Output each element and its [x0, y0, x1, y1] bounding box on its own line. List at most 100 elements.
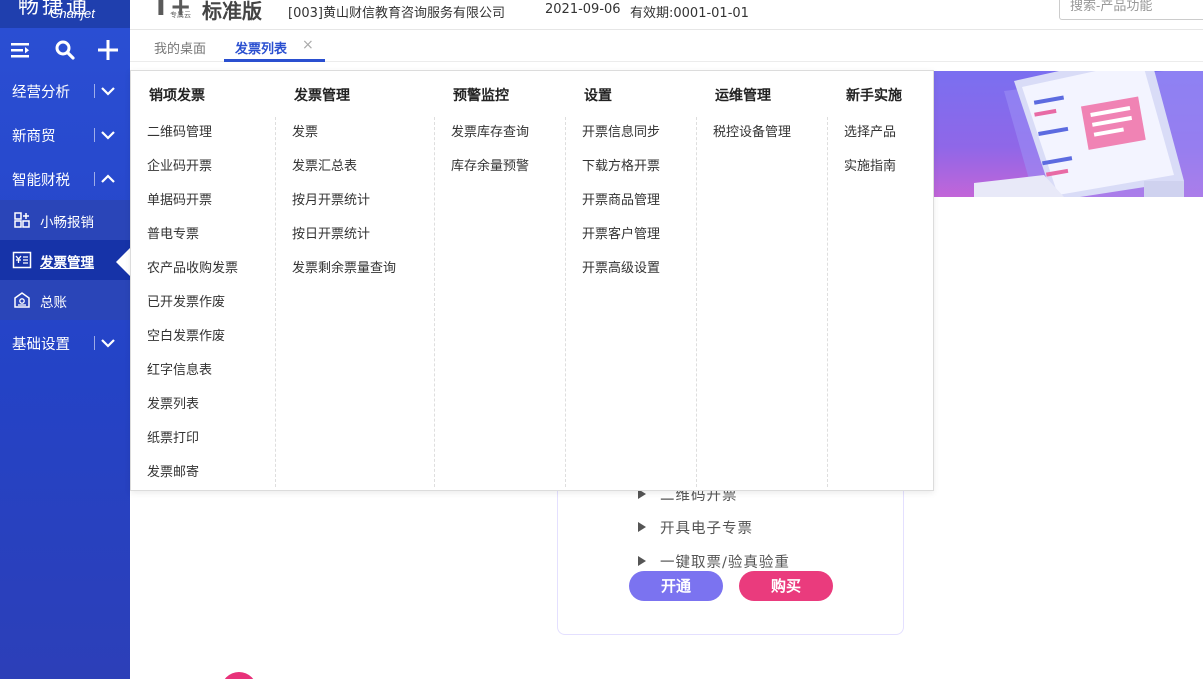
menu-column-title: 预警监控 — [453, 88, 509, 104]
chevron-down-icon[interactable] — [100, 83, 116, 99]
company-name[interactable]: [003]黄山财信教育咨询服务有限公司 — [288, 2, 505, 21]
menu-item-goods-management[interactable]: 开票商品管理 — [582, 189, 660, 208]
sidebar-item-label: 基础设置 — [12, 337, 70, 353]
menu-item-advanced-settings[interactable]: 开票高级设置 — [582, 257, 660, 276]
menu-column-output-invoice: 销项发票 二维码管理 企业码开票 单据码开票 普电专票 农产品收购发票 已开发票… — [147, 71, 275, 486]
menu-item-monthly-stats[interactable]: 按月开票统计 — [292, 189, 370, 208]
menu-column-title: 发票管理 — [294, 88, 350, 104]
sidebar-subitem-general-ledger[interactable]: 总账 — [0, 280, 130, 320]
triangle-right-icon — [638, 556, 646, 566]
sidebar-item-label: 经营分析 — [12, 85, 70, 101]
logo-sub-text: Chanjet — [50, 6, 95, 21]
tab-invoice-list[interactable]: 发票列表 × — [224, 37, 325, 62]
sidebar-item-basic-settings[interactable]: 基础设置 — [0, 322, 130, 364]
menu-item-document-code-invoice[interactable]: 单据码开票 — [147, 189, 212, 208]
menu-item-tax-device[interactable]: 税控设备管理 — [713, 121, 791, 140]
menu-item-remaining-quota[interactable]: 发票剩余票量查询 — [292, 257, 396, 276]
menu-item-select-product[interactable]: 选择产品 — [844, 121, 896, 140]
app-root: 畅捷通 Chanjet 经营分析 新商贸 智能财税 小畅报销 发票管理 总账 基… — [0, 0, 1203, 679]
sidebar-subitem-label: 小畅报销 — [40, 215, 94, 231]
chevron-down-icon[interactable] — [100, 127, 116, 143]
menu-item-customer-management[interactable]: 开票客户管理 — [582, 223, 660, 242]
menu-item-invoice-list[interactable]: 发票列表 — [147, 393, 199, 412]
menu-column-title: 运维管理 — [715, 88, 771, 104]
sidebar-item-new-trade[interactable]: 新商贸 — [0, 114, 130, 156]
menu-column-settings: 设置 开票信息同步 下载方格开票 开票商品管理 开票客户管理 开票高级设置 — [582, 71, 696, 486]
menu-item-download-fangge[interactable]: 下载方格开票 — [582, 155, 660, 174]
tab-bar: 我的桌面 发票列表 × — [130, 34, 1203, 62]
feature-label: 一键取票/验真验重 — [660, 555, 790, 571]
menu-item-void-blank[interactable]: 空白发票作废 — [147, 325, 225, 344]
active-indicator — [116, 248, 130, 276]
chevron-up-icon[interactable] — [100, 171, 116, 187]
sidebar-item-smart-tax[interactable]: 智能财税 — [0, 158, 130, 200]
menu-item-paper-print[interactable]: 纸票打印 — [147, 427, 199, 446]
plus-icon[interactable] — [95, 37, 121, 63]
menu-item-qr-management[interactable]: 二维码管理 — [147, 121, 212, 140]
buy-button[interactable]: 购买 — [739, 571, 833, 601]
sidebar-subitem-expense[interactable]: 小畅报销 — [0, 200, 130, 240]
menu-item-daily-stats[interactable]: 按日开票统计 — [292, 223, 370, 242]
menu-item-void-issued[interactable]: 已开发票作废 — [147, 291, 225, 310]
menu-divider — [565, 117, 566, 487]
menu-item-implementation-guide[interactable]: 实施指南 — [844, 155, 896, 174]
menu-column-alert-monitor: 预警监控 发票库存查询 库存余量预警 — [451, 71, 565, 486]
sidebar-toolbar — [0, 30, 130, 70]
menu-item-ordinary-special[interactable]: 普电专票 — [147, 223, 199, 242]
feature-label: 开具电子专票 — [660, 521, 753, 537]
open-button[interactable]: 开通 — [629, 571, 723, 601]
menu-divider — [827, 117, 828, 487]
promo-card: 二维码开票 开具电子专票 一键取票/验真验重 开通 购买 — [557, 480, 904, 635]
validity-period: 有效期:0001-01-01 — [630, 6, 749, 21]
menu-item-red-info-sheet[interactable]: 红字信息表 — [147, 359, 212, 378]
sidebar-item-label: 新商贸 — [12, 129, 56, 145]
menu-divider — [275, 117, 276, 487]
menu-divider — [696, 117, 697, 487]
tab-my-desktop[interactable]: 我的桌面 — [154, 38, 206, 57]
sidebar-separator — [94, 172, 95, 186]
sidebar-item-label: 智能财税 — [12, 173, 70, 189]
menu-column-ops: 运维管理 税控设备管理 — [713, 71, 827, 486]
login-date: 2021-09-06 — [545, 2, 621, 17]
sidebar-subitem-invoice-management[interactable]: 发票管理 — [0, 240, 130, 280]
brand-name: 标准版 — [202, 0, 262, 23]
menu-item-invoice-summary[interactable]: 发票汇总表 — [292, 155, 357, 174]
sidebar-subitem-label: 发票管理 — [40, 255, 94, 271]
menu-column-title: 销项发票 — [149, 88, 205, 104]
search-icon[interactable] — [52, 37, 78, 63]
invoice-icon — [12, 251, 32, 269]
search-input[interactable]: 搜索-产品功能 — [1059, 0, 1203, 20]
close-icon[interactable]: × — [302, 37, 314, 53]
logo: 畅捷通 Chanjet — [0, 0, 130, 28]
sidebar-item-business-analysis[interactable]: 经营分析 — [0, 70, 130, 112]
menu-item-info-sync[interactable]: 开票信息同步 — [582, 121, 660, 140]
menu-item-inventory-query[interactable]: 发票库存查询 — [451, 121, 529, 140]
sidebar-subitem-label: 总账 — [40, 295, 67, 311]
expense-icon — [14, 212, 30, 228]
menu-column-onboarding: 新手实施 选择产品 实施指南 — [844, 71, 924, 486]
sidebar-separator — [94, 128, 95, 142]
triangle-right-icon — [638, 522, 646, 532]
promo-banner — [934, 71, 1203, 197]
menu-divider — [434, 117, 435, 487]
top-header: T+ 专属云 标准版 [003]黄山财信教育咨询服务有限公司 2021-09-0… — [130, 0, 1203, 30]
sidebar-separator — [94, 336, 95, 350]
menu-column-title: 新手实施 — [846, 88, 902, 104]
menu-column-invoice-management: 发票管理 发票 发票汇总表 按月开票统计 按日开票统计 发票剩余票量查询 — [292, 71, 434, 486]
menu-icon[interactable] — [8, 37, 34, 63]
menu-item-inventory-alert[interactable]: 库存余量预警 — [451, 155, 529, 174]
monitor-illustration — [974, 71, 1203, 197]
menu-item-invoice[interactable]: 发票 — [292, 121, 318, 140]
feature-item: 开具电子专票 — [638, 517, 753, 538]
menu-item-agri-purchase-invoice[interactable]: 农产品收购发票 — [147, 257, 238, 276]
feature-item: 一键取票/验真验重 — [638, 551, 790, 572]
menu-item-invoice-mail[interactable]: 发票邮寄 — [147, 461, 199, 480]
menu-column-title: 设置 — [584, 88, 612, 104]
chevron-down-icon[interactable] — [100, 335, 116, 351]
floating-assistant-button[interactable] — [221, 672, 257, 679]
menu-item-enterprise-code-invoice[interactable]: 企业码开票 — [147, 155, 212, 174]
ledger-icon — [14, 292, 30, 308]
tab-label: 发票列表 — [235, 42, 288, 57]
brand-edition-tag: 专属云 — [170, 11, 191, 19]
sidebar: 畅捷通 Chanjet 经营分析 新商贸 智能财税 小畅报销 发票管理 总账 基… — [0, 0, 130, 679]
